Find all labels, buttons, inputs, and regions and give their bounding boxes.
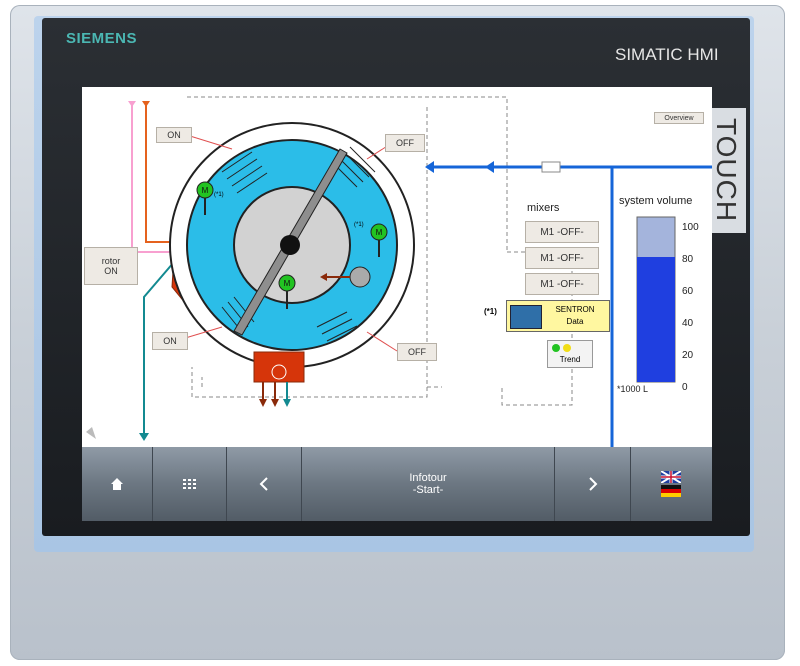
footnote-marker: (*1) [354, 222, 364, 228]
taskbar: Infotour -Start- [82, 447, 712, 521]
off-label-bottom[interactable]: OFF [397, 343, 437, 361]
home-button[interactable] [82, 447, 153, 521]
motor-label: M [376, 228, 383, 237]
infotour-button[interactable]: Infotour -Start- [302, 447, 555, 521]
german-flag-icon [661, 485, 681, 497]
home-icon [111, 478, 123, 490]
forward-button[interactable] [555, 447, 631, 521]
infotour-line1: Infotour [409, 472, 447, 484]
mixer-button[interactable]: M1 -OFF- [525, 273, 599, 295]
trend-green-light [552, 344, 560, 352]
chevron-right-icon [588, 477, 597, 491]
chevron-left-icon [259, 477, 268, 491]
on-label-top[interactable]: ON [156, 127, 192, 143]
sensor [349, 266, 371, 288]
language-button[interactable] [631, 447, 711, 521]
menu-button[interactable] [153, 447, 227, 521]
volume-tick: 80 [682, 254, 694, 265]
mixer-button[interactable]: M1 -OFF- [525, 247, 599, 269]
uk-flag-icon [661, 471, 681, 483]
sentron-line2: Data [566, 317, 584, 326]
sentron-button[interactable]: SENTRON Data [506, 300, 610, 332]
sentron-device-icon [510, 305, 542, 329]
footnote-marker: (*1) [214, 192, 224, 198]
tank-fill [637, 257, 675, 382]
infotour-line2: -Start- [412, 484, 444, 496]
touch-label: TOUCH [706, 108, 746, 233]
trend-button[interactable]: Trend [547, 340, 593, 368]
overview-button[interactable]: Overview [654, 112, 704, 124]
hmi-screen: M M M Overview ON OFF rotor ON ON OFF (*… [82, 87, 712, 447]
rotor-label[interactable]: rotor ON [84, 247, 138, 285]
motor-label: M [202, 186, 209, 195]
volume-tick: 60 [682, 286, 694, 297]
motor-label: M [284, 279, 291, 288]
on-label-bottom[interactable]: ON [152, 332, 188, 350]
sentron-line1: SENTRON [555, 305, 595, 314]
back-button[interactable] [227, 447, 302, 521]
outlet-box [253, 351, 305, 383]
sentron-marker: (*1) [484, 307, 497, 316]
volume-unit: *1000 L [617, 384, 649, 394]
rotor-label-line1: rotor [101, 256, 121, 266]
corner-mark [86, 427, 96, 439]
volume-ticks: 100 80 60 40 20 0 [682, 212, 699, 404]
volume-tick: 100 [682, 222, 699, 233]
model-label: SIMATIC HMI [615, 45, 719, 64]
volume-tick: 40 [682, 318, 694, 329]
outlet-arrows [259, 382, 291, 407]
siemens-logo: SIEMENS [66, 30, 138, 47]
grid-icon [182, 479, 196, 489]
rotor-label-line2: ON [104, 266, 118, 276]
off-label-top[interactable]: OFF [385, 134, 425, 152]
mixers-title: mixers [527, 202, 560, 214]
volume-tick: 20 [682, 350, 694, 361]
trend-yellow-light [563, 344, 571, 352]
trend-label: Trend [559, 355, 581, 364]
volume-title: system volume [619, 195, 693, 207]
touch-text: TOUCH [711, 118, 742, 223]
mixer-button[interactable]: M1 -OFF- [525, 221, 599, 243]
volume-tick: 0 [682, 382, 688, 393]
